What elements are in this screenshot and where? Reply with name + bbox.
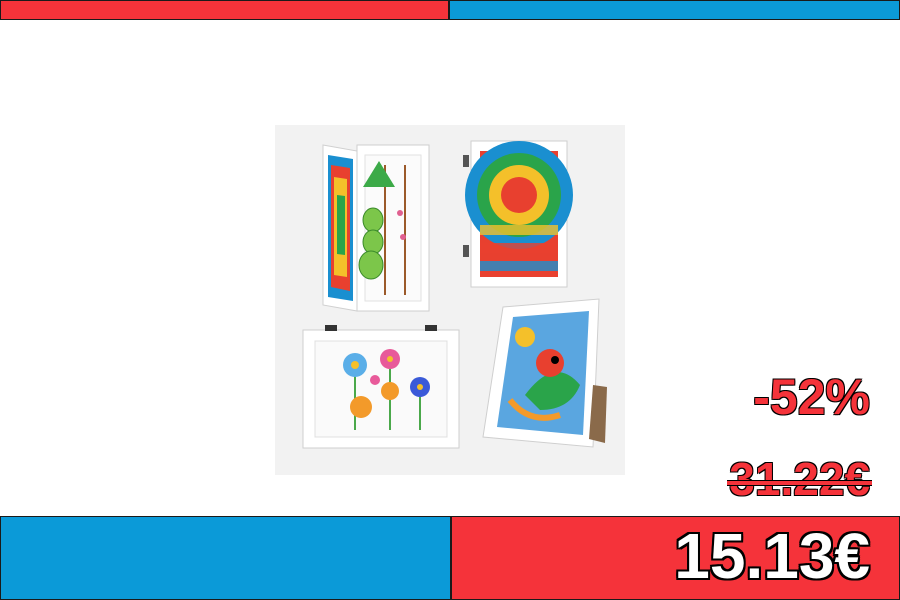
bottom-bar-blue [0, 516, 451, 600]
new-price: 15.13€ [674, 520, 870, 592]
landscape-frame [302, 325, 460, 449]
old-price: 31.22€ [727, 453, 872, 505]
discount-label: -52% [753, 369, 870, 425]
top-bar-red [0, 0, 449, 20]
portrait-frame [463, 140, 573, 288]
open-frame [322, 144, 430, 312]
kids-art-frames-product-photo [302, 140, 607, 449]
old-price-value: 31.22€ [729, 453, 870, 505]
top-bar-blue [449, 0, 900, 20]
promo-banner: -52% 31.22€ 15.13€ [0, 0, 900, 600]
standing-frame [482, 298, 607, 448]
strikethrough-line [727, 480, 872, 486]
product-image [275, 125, 625, 475]
